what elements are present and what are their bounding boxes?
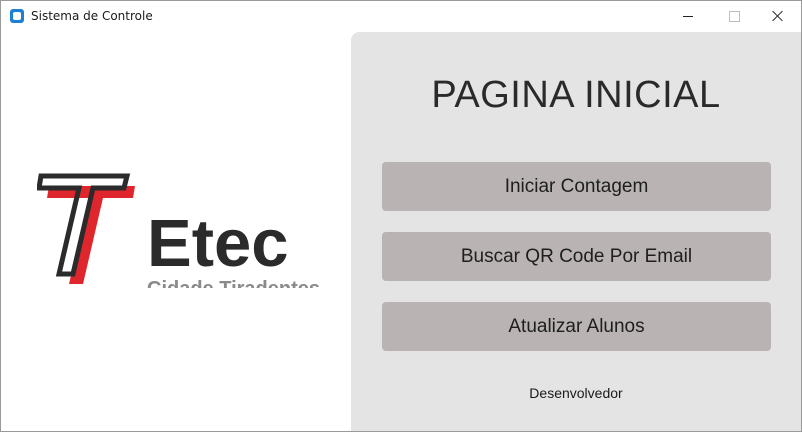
update-students-button[interactable]: Atualizar Alunos — [382, 302, 771, 351]
developer-link[interactable]: Desenvolvedor — [351, 385, 801, 401]
close-icon — [772, 10, 784, 22]
minimize-icon — [683, 15, 693, 17]
minimize-button[interactable] — [665, 1, 711, 31]
main-panel: PAGINA INICIAL Iniciar Contagem Buscar Q… — [351, 32, 801, 431]
close-button[interactable] — [755, 1, 801, 31]
app-window: Sistema de Controle Etec Cidade Tiradent… — [0, 0, 802, 432]
window-title: Sistema de Controle — [31, 9, 153, 23]
logo-brand-text: Etec — [147, 206, 289, 281]
maximize-icon — [728, 10, 740, 22]
etec-logo: Etec Cidade Tiradentes — [37, 173, 320, 288]
title-bar[interactable]: Sistema de Controle — [1, 1, 801, 31]
start-count-button[interactable]: Iniciar Contagem — [382, 162, 771, 211]
page-title: PAGINA INICIAL — [431, 74, 721, 116]
search-qr-code-button[interactable]: Buscar QR Code Por Email — [382, 232, 771, 281]
app-icon — [10, 9, 24, 23]
logo-area: Etec Cidade Tiradentes — [1, 32, 351, 431]
logo-subtitle-text: Cidade Tiradentes — [147, 278, 320, 288]
etec-t-mark — [37, 173, 135, 284]
maximize-button[interactable] — [711, 1, 757, 31]
